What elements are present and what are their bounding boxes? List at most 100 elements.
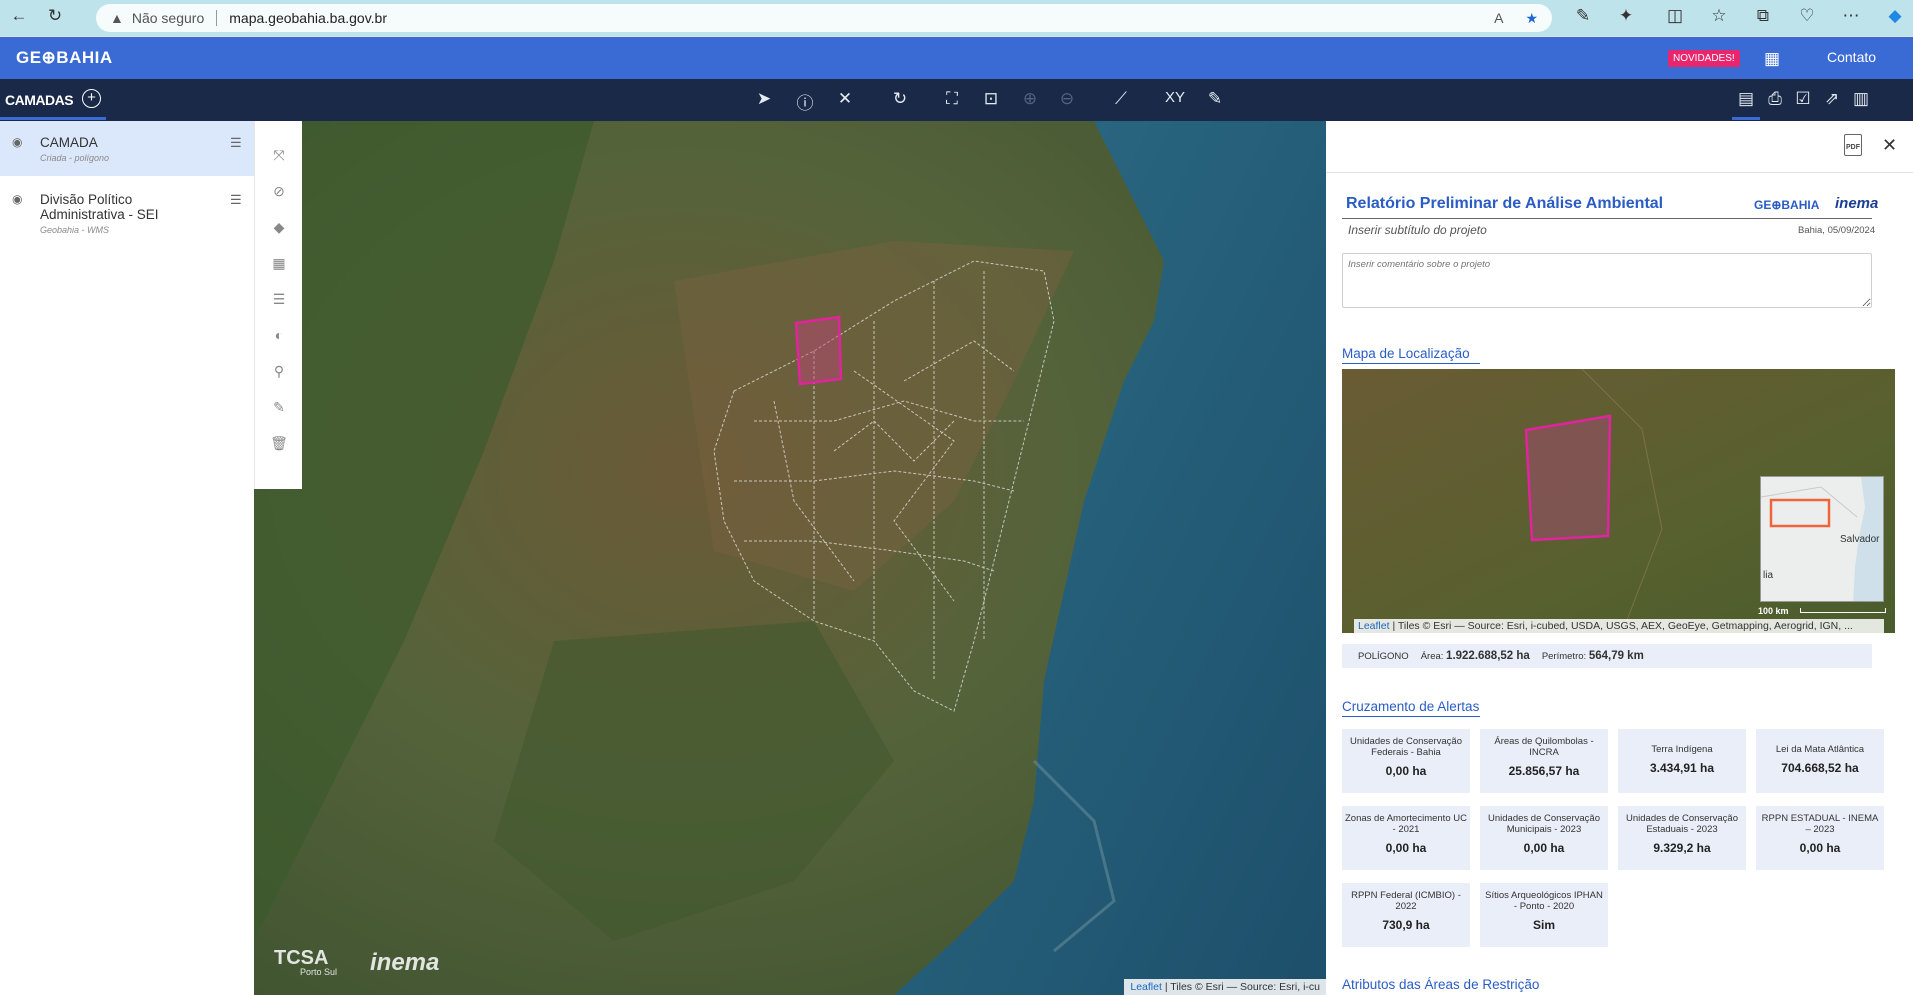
export-icon[interactable]: ☑ — [1792, 89, 1814, 109]
share-icon[interactable]: ⇗ — [1821, 89, 1843, 109]
layers-panel: ◉ CAMADA Criada - polígono ☰ ◉ Divisão P… — [0, 121, 254, 995]
tag-icon[interactable]: ◆ — [255, 219, 303, 236]
favorite-star-icon[interactable]: ★ — [1525, 10, 1538, 27]
section-underline — [1342, 716, 1480, 717]
polygon-area: Área: 1.922.688,52 ha — [1421, 650, 1530, 662]
alert-card: Unidades de Conservação Municipais - 202… — [1480, 806, 1608, 870]
alert-label: Unidades de Conservação Federais - Bahia — [1350, 736, 1462, 758]
geobahia-logo[interactable]: GE⊕BAHIA — [16, 48, 113, 68]
location-minimap[interactable]: Salvador lia 100 km Leaflet | Tiles © Es… — [1342, 369, 1895, 633]
contato-link[interactable]: Contato — [1827, 49, 1876, 65]
polygon-info-bar: POLÍGONO Área: 1.922.688,52 ha Perímetro… — [1342, 644, 1872, 668]
alert-value: 0,00 ha — [1385, 841, 1427, 855]
pen-edit-icon[interactable]: ✎ — [1204, 89, 1226, 109]
security-label: Não seguro — [131, 10, 205, 26]
zoom-out-icon[interactable]: ⊖ — [1056, 89, 1078, 109]
refresh-icon[interactable]: ↻ — [889, 89, 911, 109]
drawn-polygon[interactable] — [794, 315, 843, 386]
legend-icon[interactable]: ☰ — [255, 291, 303, 308]
map-view[interactable]: TCSA Porto Sul inema Leaflet | Tiles © Es… — [254, 121, 1326, 995]
alert-card: Zonas de Amortecimento UC - 2021 0,00 ha — [1342, 806, 1470, 870]
apps-grid-icon[interactable]: ▦ — [1764, 49, 1780, 69]
leaflet-link[interactable]: Leaflet — [1130, 981, 1162, 993]
subtitle-input[interactable]: Inserir subtítulo do projeto — [1348, 223, 1487, 237]
tcsa-name: TCSA — [274, 947, 329, 969]
zoom-in-icon[interactable]: ⊕ — [1019, 89, 1041, 109]
pdf-export-icon[interactable]: PDF — [1844, 134, 1862, 156]
close-icon[interactable]: ✕ — [1882, 135, 1897, 156]
back-arrow-icon[interactable]: ← — [8, 6, 30, 26]
extensions-icon[interactable]: ✦ — [1615, 6, 1637, 26]
polygon-type: POLÍGONO — [1358, 650, 1409, 662]
select-arrow-icon[interactable]: ➤ — [753, 89, 775, 109]
read-aloud-icon[interactable]: A — [1494, 10, 1503, 27]
xy-coordinates-icon[interactable]: XY — [1164, 89, 1186, 106]
reload-icon[interactable]: ↻ — [44, 6, 66, 26]
edit-icon[interactable]: ✎ — [255, 399, 303, 416]
map-attribution: Leaflet | Tiles © Esri — Source: Esri, i… — [1124, 979, 1326, 995]
print-icon[interactable]: ⎙ — [1764, 89, 1786, 109]
layer-options-icon[interactable]: ☰ — [230, 135, 242, 151]
zoom-to-layer-icon[interactable]: ⤧ — [255, 147, 303, 164]
delete-icon[interactable]: 🗑 — [255, 435, 303, 452]
alert-value: 0,00 ha — [1523, 841, 1565, 855]
alert-label: Terra Indígena — [1651, 744, 1713, 755]
report-icon[interactable]: ▤ — [1735, 89, 1757, 109]
section-underline — [1342, 363, 1480, 364]
novidades-badge[interactable]: NOVIDADES! — [1668, 50, 1740, 67]
alert-value: 25.856,57 ha — [1508, 764, 1580, 778]
table-icon[interactable]: ▦ — [255, 255, 303, 272]
url-text[interactable]: mapa.geobahia.ba.gov.br — [229, 10, 387, 26]
alert-card: Terra Indígena 3.434,91 ha — [1618, 729, 1746, 793]
add-layer-icon[interactable]: + — [82, 89, 101, 108]
ruler-icon[interactable]: ⟋ — [1110, 89, 1132, 109]
report-date: Bahia, 05/09/2024 — [1798, 225, 1876, 236]
perimeter-label: Perímetro: — [1541, 651, 1587, 662]
alert-label: RPPN ESTADUAL - INEMA – 2023 — [1761, 813, 1879, 835]
report-topbar: PDF ✕ — [1326, 121, 1913, 173]
split-screen-icon[interactable]: ◫ — [1664, 6, 1686, 26]
alert-label: Unidades de Conservação Estaduais - 2023 — [1626, 813, 1738, 835]
browser-chrome: ← ↻ ▲ Não seguro mapa.geobahia.ba.gov.br… — [0, 0, 1913, 36]
comment-field[interactable] — [1342, 253, 1872, 308]
copilot-icon[interactable]: ◆ — [1884, 6, 1906, 26]
eye-icon[interactable]: ◉ — [12, 135, 22, 149]
alert-label: Áreas de Quilombolas - INCRA — [1494, 736, 1594, 758]
app-header: GE⊕BAHIA NOVIDADES! ▦ Contato — [0, 37, 1913, 79]
layers-title[interactable]: CAMADAS — [5, 92, 74, 108]
address-bar[interactable]: ▲ Não seguro mapa.geobahia.ba.gov.br A ★ — [96, 4, 1552, 32]
layers-tab-underline — [0, 117, 106, 120]
minimap-attribution: Leaflet | Tiles © Esri — Source: Esri, i… — [1354, 619, 1884, 633]
layer-options-icon[interactable]: ☰ — [230, 192, 242, 208]
layer-item-divisao[interactable]: ◉ Divisão Político Administrativa - SEI … — [0, 176, 254, 241]
inset-city2-label: lia — [1763, 570, 1774, 581]
tcsa-logo: TCSA Porto Sul — [274, 947, 337, 977]
collections-icon[interactable]: ⧉ — [1752, 6, 1774, 26]
scale-bar — [1800, 608, 1886, 613]
url-separator — [216, 10, 218, 26]
alert-card: Sítios Arqueológicos IPHAN - Ponto - 202… — [1480, 883, 1608, 947]
search-user-icon[interactable]: ⚲ — [255, 363, 303, 380]
favorites-icon[interactable]: ☆ — [1708, 6, 1730, 26]
opacity-icon[interactable]: ◐ — [255, 327, 303, 343]
report-inema-logo: inema — [1835, 195, 1879, 212]
browser-essentials-icon[interactable]: ♡ — [1796, 6, 1818, 26]
pen-icon[interactable]: ✎ — [1572, 6, 1594, 26]
inema-logo: inema — [370, 949, 440, 976]
layer-item-camada[interactable]: ◉ CAMADA Criada - polígono ☰ — [0, 121, 254, 176]
hide-layer-icon[interactable]: ⊘ — [255, 183, 303, 200]
zoom-selection-icon[interactable]: ⊡ — [980, 89, 1002, 109]
inset-city-label: Salvador — [1840, 534, 1880, 545]
tools-icon[interactable]: ✕ — [834, 89, 856, 109]
alert-value: 0,00 ha — [1799, 841, 1841, 855]
info-pin-icon[interactable]: ⓘ — [794, 89, 816, 114]
alert-value: 0,00 ha — [1385, 764, 1427, 778]
zoom-extent-icon[interactable]: ⛶ — [941, 89, 963, 109]
more-menu-icon[interactable]: ⋯ — [1840, 6, 1862, 26]
book-icon[interactable]: ▥ — [1850, 89, 1872, 109]
alert-card: Unidades de Conservação Federais - Bahia… — [1342, 729, 1470, 793]
layer-name: Divisão Político Administrativa - SEI — [40, 192, 159, 222]
eye-icon[interactable]: ◉ — [12, 192, 22, 206]
inset-overview-map: Salvador lia — [1760, 476, 1884, 602]
minimap-leaflet-link[interactable]: Leaflet — [1358, 620, 1390, 632]
